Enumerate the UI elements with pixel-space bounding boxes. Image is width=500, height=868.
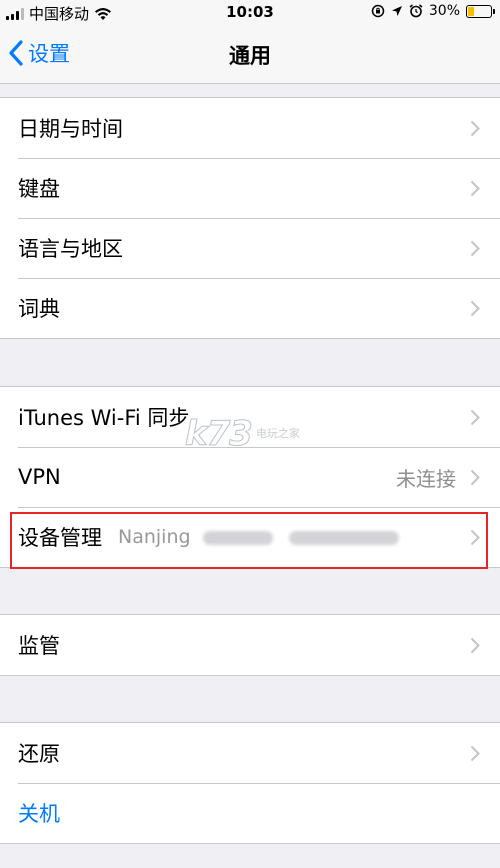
- location-icon: [391, 6, 402, 16]
- row-language-region[interactable]: 语言与地区: [0, 218, 500, 278]
- row-keyboard[interactable]: 键盘: [0, 158, 500, 218]
- row-label: iTunes Wi-Fi 同步: [18, 406, 190, 430]
- settings-group-4: 还原 关机: [0, 722, 500, 844]
- chevron-right-icon: [470, 409, 480, 425]
- redacted-text: [288, 530, 399, 545]
- battery-percent: 30%: [428, 3, 460, 19]
- profile-name: Nanjing: [118, 526, 191, 548]
- device-management-profile: Nanjing: [118, 526, 462, 548]
- row-label: 键盘: [18, 177, 60, 201]
- settings-group-3: 监管: [0, 614, 500, 676]
- row-label: 日期与时间: [18, 117, 123, 141]
- rotation-lock-icon: [371, 4, 385, 18]
- redacted-text: [202, 530, 273, 545]
- chevron-right-icon: [470, 180, 480, 196]
- row-label: 词典: [18, 297, 60, 321]
- chevron-right-icon: [470, 745, 480, 761]
- row-date-time[interactable]: 日期与时间: [0, 98, 500, 158]
- page-title: 通用: [229, 44, 271, 68]
- navigation-bar: 设置 通用: [0, 24, 500, 84]
- row-label: VPN: [18, 465, 61, 489]
- row-vpn[interactable]: VPN 未连接: [0, 447, 500, 507]
- vpn-status: 未连接: [396, 466, 456, 491]
- row-device-management[interactable]: 设备管理 Nanjing: [0, 507, 500, 567]
- chevron-right-icon: [470, 300, 480, 316]
- chevron-right-icon: [470, 469, 480, 485]
- row-supervision[interactable]: 监管: [0, 615, 500, 675]
- watermark-text: 电玩之家: [255, 426, 300, 440]
- chevron-right-icon: [470, 120, 480, 136]
- chevron-right-icon: [470, 529, 480, 545]
- chevron-right-icon: [470, 637, 480, 653]
- row-reset[interactable]: 还原: [0, 723, 500, 783]
- row-label: 还原: [18, 742, 60, 766]
- watermark-logo: k73 电玩之家: [185, 414, 300, 455]
- status-bar: 中国移动 10:03 30%: [0, 0, 500, 24]
- battery-icon: [466, 4, 495, 18]
- row-shut-down[interactable]: 关机: [0, 783, 500, 843]
- status-right: 30%: [371, 3, 495, 19]
- row-dictionary[interactable]: 词典: [0, 278, 500, 338]
- shut-down-link: 关机: [18, 802, 60, 826]
- watermark-brand: k73: [185, 414, 254, 455]
- settings-group-1: 日期与时间 键盘 语言与地区 词典: [0, 97, 500, 339]
- row-label: 语言与地区: [18, 237, 123, 261]
- battery-fill: [468, 6, 474, 16]
- alarm-icon: [409, 4, 423, 18]
- row-label: 设备管理: [18, 526, 102, 550]
- chevron-right-icon: [470, 240, 480, 256]
- row-label: 监管: [18, 634, 60, 658]
